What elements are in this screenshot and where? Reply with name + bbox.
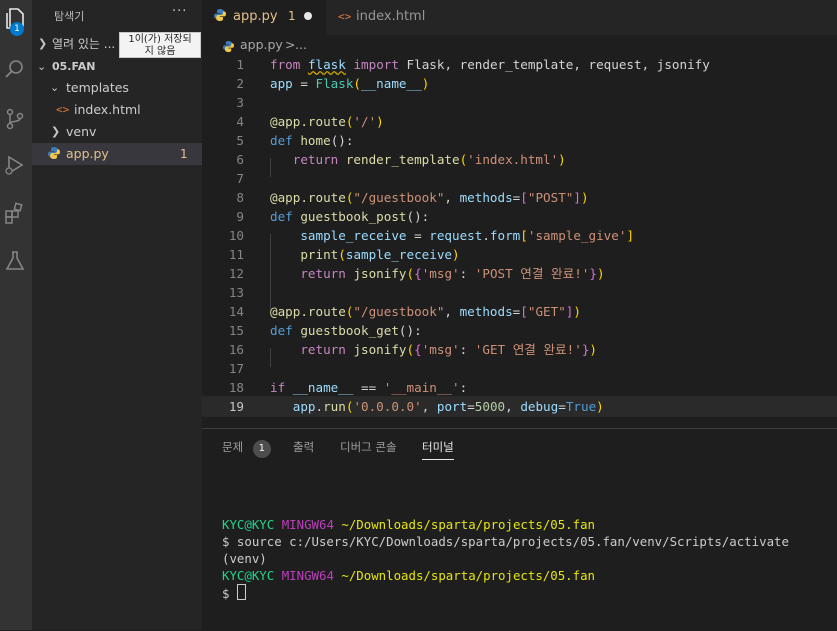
- unsaved-dot-icon[interactable]: [304, 12, 312, 20]
- prompt-user: KYC@KYC: [222, 568, 275, 583]
- more-actions-icon[interactable]: ···: [172, 4, 187, 19]
- tree-item-app-py[interactable]: app.py 1: [32, 143, 202, 165]
- code-line: 3: [236, 95, 244, 110]
- tree-item-label: app.py: [66, 146, 109, 161]
- chevron-down-icon: ⌄: [50, 81, 60, 94]
- tab-terminal[interactable]: 터미널: [422, 439, 454, 460]
- tab-app-py[interactable]: app.py 1: [202, 0, 326, 35]
- explorer-badge: 1: [10, 22, 24, 36]
- extensions-icon[interactable]: [2, 200, 28, 226]
- tab-label: index.html: [356, 9, 426, 24]
- breadcrumb-file[interactable]: app.py: [240, 35, 283, 55]
- run-debug-icon[interactable]: [2, 152, 28, 178]
- prompt-path: ~/Downloads/sparta/projects/05.fan: [341, 517, 596, 532]
- breadcrumb: app.py > ...: [202, 35, 837, 57]
- problems-badge: 1: [252, 440, 271, 458]
- folder-section[interactable]: ⌄ 05.FAN: [32, 56, 202, 78]
- code-line: 5 def home():: [236, 133, 354, 148]
- code-line: 18 if __name__ == '__main__':: [228, 380, 468, 395]
- chevron-right-icon: ❯: [51, 125, 61, 138]
- code-line: 17: [228, 361, 244, 376]
- code-line: 10 sample_receive = request.form['sample…: [228, 228, 635, 243]
- html-file-icon: <>: [338, 10, 352, 23]
- chevron-right-icon: ❯: [38, 37, 48, 50]
- terminal-venv: (venv): [222, 551, 267, 566]
- terminal-output[interactable]: KYC@KYC MINGW64 ~/Downloads/sparta/proje…: [222, 499, 789, 602]
- code-line-current: 19 app.run('0.0.0.0', port=5000, debug=T…: [202, 396, 837, 417]
- code-line: 6 return render_template('index.html'): [236, 152, 566, 167]
- tree-item-label: index.html: [74, 102, 141, 117]
- tree-item-venv[interactable]: ❯ venv: [32, 121, 202, 143]
- tab-problems-count: 1: [288, 9, 296, 23]
- code-line: 2 app = Flask(__name__): [236, 76, 430, 91]
- code-line: 15 def guestbook_get():: [228, 323, 422, 338]
- explorer-sidebar: 탐색기 ··· ❯ 열려 있는 ... 1이(가) 저장되 지 않음 ⌄ 05.…: [32, 0, 202, 630]
- tooltip-line-1: 1이(가) 저장되: [128, 34, 192, 45]
- prompt-path: ~/Downloads/sparta/projects/05.fan: [341, 568, 596, 583]
- python-file-icon: [48, 143, 60, 165]
- breadcrumb-separator: >: [285, 37, 296, 52]
- search-icon[interactable]: [2, 56, 28, 82]
- code-line: 16 return jsonify({'msg': 'GET 연결 완료!'}): [228, 342, 597, 357]
- breadcrumb-rest[interactable]: ...: [295, 35, 307, 55]
- tree-item-label: templates: [66, 80, 129, 95]
- terminal-prompt: $: [222, 586, 230, 601]
- tab-index-html[interactable]: <> index.html: [326, 0, 446, 35]
- code-line: 4 @app.route('/'): [236, 114, 384, 129]
- unsaved-tooltip: 1이(가) 저장되 지 않음: [119, 32, 201, 58]
- tab-problems[interactable]: 문제 1: [222, 439, 271, 458]
- python-file-icon: [214, 0, 226, 33]
- tab-label: 문제: [222, 440, 244, 454]
- testing-icon[interactable]: [2, 248, 28, 274]
- prompt-user: KYC@KYC: [222, 517, 275, 532]
- problems-count: 1: [180, 147, 188, 161]
- code-line: 9 def guestbook_post():: [236, 209, 430, 224]
- chevron-down-icon: ⌄: [37, 60, 47, 73]
- tab-output[interactable]: 출력: [293, 439, 314, 455]
- explorer-title: 탐색기: [54, 10, 85, 23]
- tree-item-index-html[interactable]: <> index.html: [32, 99, 202, 121]
- terminal-command: $ source c:/Users/KYC/Downloads/sparta/p…: [222, 534, 789, 549]
- tab-label: app.py: [233, 9, 278, 24]
- code-line: 14 @app.route("/guestbook", methods=["GET…: [228, 304, 581, 319]
- folder-label: 05.FAN: [52, 60, 96, 73]
- code-line: 7: [236, 171, 244, 186]
- tree-item-templates[interactable]: ⌄ templates: [32, 77, 202, 99]
- tree-item-label: venv: [66, 124, 97, 139]
- activity-bar: 1: [0, 0, 32, 630]
- code-line: 13: [228, 285, 244, 300]
- open-editors-label: 열려 있는 ...: [52, 37, 116, 51]
- bottom-panel: 문제 1 출력 디버그 콘솔 터미널 KYC@KYC MINGW64 ~/Dow…: [202, 428, 837, 631]
- code-line: 11 print(sample_receive): [228, 247, 460, 262]
- prompt-shell: MINGW64: [281, 568, 334, 583]
- editor-tab-bar: app.py 1 <> index.html: [202, 0, 837, 35]
- code-line: 8 @app.route("/guestbook", methods=["POST…: [236, 190, 589, 205]
- prompt-shell: MINGW64: [281, 517, 334, 532]
- code-line: 12 return jsonify({'msg': 'POST 연결 완료!'}…: [228, 266, 605, 281]
- source-control-icon[interactable]: [2, 106, 28, 132]
- terminal-cursor: [236, 584, 246, 600]
- tab-debug-console[interactable]: 디버그 콘솔: [340, 439, 397, 455]
- html-file-icon: <>: [56, 103, 70, 116]
- code-line: 1 from flask import Flask, render_templat…: [236, 57, 710, 72]
